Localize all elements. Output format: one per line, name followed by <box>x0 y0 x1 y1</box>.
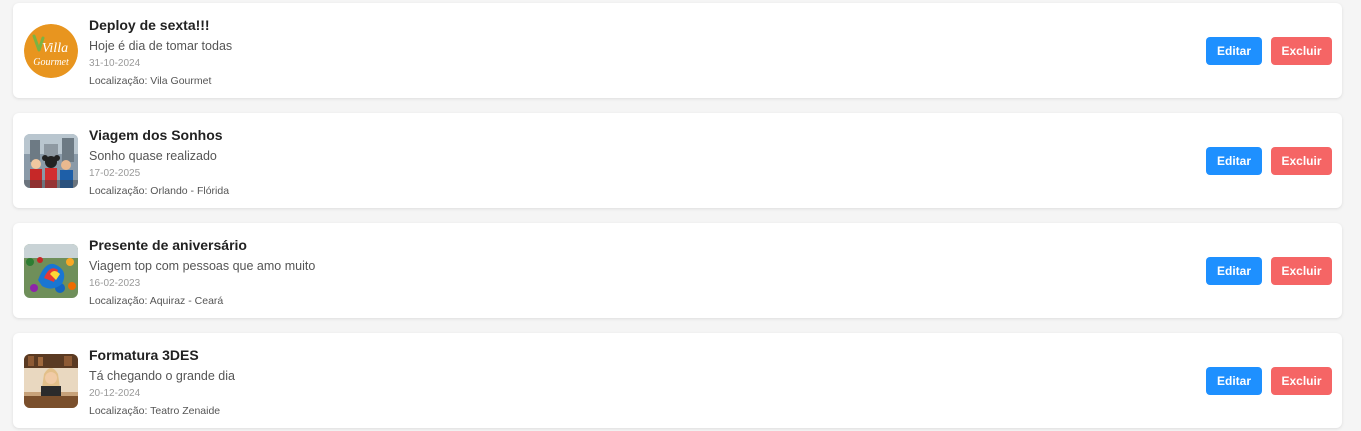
post-card: Formatura 3DES Tá chegando o grande dia … <box>13 333 1342 428</box>
post-photo <box>24 354 78 408</box>
post-card: Presente de aniversário Viagem top com p… <box>13 223 1342 318</box>
post-thumbnail-photo <box>24 354 78 408</box>
post-photo <box>24 134 78 188</box>
logo-text-bottom: Gourmet <box>33 57 69 68</box>
post-title: Viagem dos Sonhos <box>89 127 223 143</box>
post-date: 20-12-2024 <box>89 388 141 399</box>
edit-button[interactable]: Editar <box>1206 37 1262 65</box>
post-card: Villa Gourmet Deploy de sexta!!! Hoje é … <box>13 3 1342 98</box>
delete-button[interactable]: Excluir <box>1271 147 1332 175</box>
post-description: Tá chegando o grande dia <box>89 369 235 383</box>
edit-button[interactable]: Editar <box>1206 147 1262 175</box>
post-description: Sonho quase realizado <box>89 149 217 163</box>
post-photo <box>24 244 78 298</box>
delete-button[interactable]: Excluir <box>1271 37 1332 65</box>
post-title: Presente de aniversário <box>89 237 247 253</box>
delete-button[interactable]: Excluir <box>1271 367 1332 395</box>
post-card: Viagem dos Sonhos Sonho quase realizado … <box>13 113 1342 208</box>
post-list: Villa Gourmet Deploy de sexta!!! Hoje é … <box>0 0 1361 431</box>
post-thumbnail-villa-gourmet-logo: Villa Gourmet <box>24 24 78 78</box>
post-date: 31-10-2024 <box>89 58 141 69</box>
villa-gourmet-logo: Villa Gourmet <box>24 24 78 78</box>
post-location: Localização: Aquiraz - Ceará <box>89 295 224 307</box>
post-date: 17-02-2025 <box>89 168 141 179</box>
edit-button[interactable]: Editar <box>1206 257 1262 285</box>
logo-text-top: Villa <box>42 41 68 56</box>
post-thumbnail-photo <box>24 244 78 298</box>
post-title: Deploy de sexta!!! <box>89 17 210 33</box>
post-thumbnail-photo <box>24 134 78 188</box>
edit-button[interactable]: Editar <box>1206 367 1262 395</box>
post-title: Formatura 3DES <box>89 347 199 363</box>
post-description: Hoje é dia de tomar todas <box>89 39 233 53</box>
delete-button[interactable]: Excluir <box>1271 257 1332 285</box>
post-date: 16-02-2023 <box>89 278 141 289</box>
post-description: Viagem top com pessoas que amo muito <box>89 259 316 273</box>
post-location: Localização: Teatro Zenaide <box>89 405 221 417</box>
post-location: Localização: Vila Gourmet <box>89 75 212 87</box>
post-location: Localização: Orlando - Flórida <box>89 185 230 197</box>
